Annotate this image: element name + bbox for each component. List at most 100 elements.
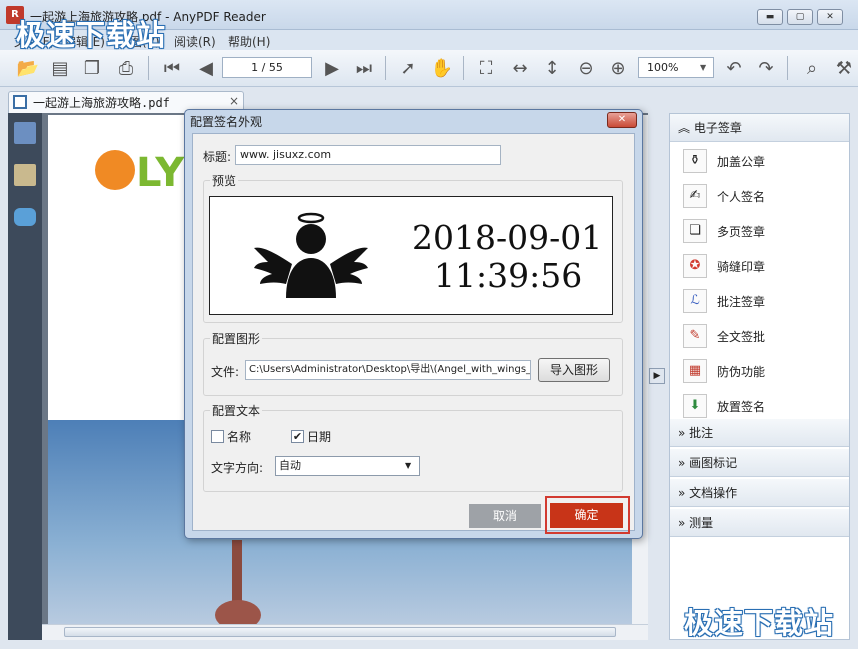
item-fulltext-sign[interactable]: ✎ 全文签批	[683, 321, 765, 351]
close-tab-icon[interactable]: ×	[229, 94, 239, 108]
document-icon	[13, 95, 27, 109]
watermark-bottom: 极速下载站	[684, 606, 835, 640]
file-label: 文件:	[211, 365, 240, 379]
next-page-icon[interactable]: ▶	[320, 56, 344, 80]
copy-icon[interactable]: ❐	[80, 56, 104, 80]
horizontal-scroll-thumb[interactable]	[64, 627, 616, 637]
section-label: 测量	[689, 516, 714, 530]
print-icon[interactable]: ⎙	[114, 56, 138, 80]
menu-read[interactable]: 阅读(R)	[174, 33, 216, 50]
ok-button[interactable]: 确定	[550, 503, 623, 528]
chevron-right-icon: »	[678, 426, 686, 440]
angel-icon	[254, 212, 368, 298]
title-label: 标题:	[203, 150, 232, 164]
item-multipage-seal[interactable]: ❏ 多页签章	[683, 216, 765, 246]
import-graphic-button[interactable]: 导入图形	[538, 358, 610, 382]
item-label: 批注签章	[717, 294, 766, 309]
chevron-right-icon: »	[678, 516, 686, 530]
collapse-panel-icon[interactable]: ▶	[649, 368, 665, 384]
signature-icon: ✍	[683, 184, 707, 208]
handwriting-icon: ℒ	[683, 289, 707, 313]
date-checkbox[interactable]: ✔	[291, 430, 304, 443]
dialog-title: 配置签名外观	[190, 115, 263, 129]
section-drawing[interactable]: » 画图标记	[670, 449, 849, 477]
zoom-in-icon[interactable]: ⊕	[606, 56, 630, 80]
item-official-seal[interactable]: ⚱ 加盖公章	[683, 146, 765, 176]
section-label: 电子签章	[693, 121, 742, 135]
section-measure[interactable]: » 测量	[670, 509, 849, 537]
chevron-right-icon: »	[678, 456, 686, 470]
section-label: 批注	[689, 426, 714, 440]
prev-page-icon[interactable]: ◀	[194, 56, 218, 80]
chevron-down-icon[interactable]: ▼	[700, 57, 713, 78]
multipage-icon: ❏	[683, 219, 707, 243]
item-personal-signature[interactable]: ✍ 个人签名	[683, 181, 765, 211]
pen-icon: ✎	[683, 324, 707, 348]
text-group-label: 配置文本	[210, 402, 263, 419]
binoculars-icon[interactable]: ⌕	[800, 56, 824, 80]
name-checkbox-label: 名称	[227, 430, 252, 444]
fit-height-icon[interactable]: ↕	[540, 56, 564, 80]
annotations-icon[interactable]	[14, 164, 36, 186]
item-annotation-seal[interactable]: ℒ 批注签章	[683, 286, 765, 316]
chevron-right-icon: »	[678, 486, 686, 500]
section-annotation[interactable]: » 批注	[670, 419, 849, 447]
section-e-signature[interactable]: ︽ 电子签章	[670, 114, 849, 142]
date-checkbox-label: 日期	[307, 430, 332, 444]
download-arrow-icon: ⬇	[683, 394, 707, 418]
item-place-signature[interactable]: ⬇ 放置签名	[683, 391, 765, 421]
qrcode-icon: ▦	[683, 359, 707, 383]
name-checkbox[interactable]	[211, 430, 224, 443]
dialog-close-button[interactable]: ✕	[607, 112, 637, 128]
document-logo: LY	[136, 150, 185, 196]
toolbar-separator	[787, 56, 788, 80]
watermark-top: 极速下载站	[16, 18, 167, 52]
file-path-input[interactable]: C:\Users\Administrator\Desktop\导出\(Angel…	[245, 360, 531, 380]
seal-icon: ✪	[683, 254, 707, 278]
minimize-button[interactable]: ▬	[757, 9, 783, 25]
graphic-group-label: 配置图形	[210, 330, 263, 347]
item-label: 全文签批	[717, 329, 766, 344]
hand-tool-icon[interactable]: ✋	[430, 56, 454, 80]
direction-label: 文字方向:	[211, 461, 264, 475]
section-document-ops[interactable]: » 文档操作	[670, 479, 849, 507]
first-page-icon[interactable]: ⏮	[160, 56, 184, 80]
item-label: 加盖公章	[717, 154, 766, 169]
stamp-icon: ⚱	[683, 149, 707, 173]
chevron-up-icon: ︽	[678, 121, 691, 135]
title-input[interactable]: www. jisuxz.com	[235, 145, 501, 165]
preview-time-text: 11:39:56	[434, 256, 583, 295]
rotate-left-icon[interactable]: ↶	[722, 56, 746, 80]
fit-page-icon[interactable]: ⛶	[474, 56, 498, 80]
fit-width-icon[interactable]: ↔	[508, 56, 532, 80]
close-window-button[interactable]: ✕	[817, 9, 843, 25]
preview-date-text: 2018-09-01	[412, 218, 603, 257]
preview-label: 预览	[210, 172, 239, 189]
bookmarks-icon[interactable]	[14, 122, 36, 144]
save-icon[interactable]: ▤	[48, 56, 72, 80]
last-page-icon[interactable]: ⏭	[352, 56, 376, 80]
menu-help[interactable]: 帮助(H)	[228, 33, 270, 50]
page-number-input[interactable]: 1 / 55	[222, 57, 312, 78]
item-label: 多页签章	[717, 224, 766, 239]
zoom-out-icon[interactable]: ⊖	[574, 56, 598, 80]
toolbar-separator	[463, 56, 464, 80]
rotate-right-icon[interactable]: ↷	[754, 56, 778, 80]
section-label: 文档操作	[689, 486, 738, 500]
item-label: 防伪功能	[717, 364, 766, 379]
toolbar-separator	[148, 56, 149, 80]
toolbar-separator	[385, 56, 386, 80]
cancel-button[interactable]: 取消	[469, 504, 541, 528]
tools-icon[interactable]: ⚒	[832, 56, 856, 80]
chevron-down-icon[interactable]: ▼	[405, 457, 411, 475]
select-cursor-icon[interactable]: ➚	[396, 56, 420, 80]
item-label: 个人签名	[717, 189, 766, 204]
item-anti-counterfeit[interactable]: ▦ 防伪功能	[683, 356, 765, 386]
item-seam-seal[interactable]: ✪ 骑缝印章	[683, 251, 765, 281]
maximize-button[interactable]: ▢	[787, 9, 813, 25]
comments-icon[interactable]	[14, 208, 36, 226]
left-sidebar	[8, 113, 42, 640]
text-direction-select[interactable]: 自动	[275, 456, 420, 476]
item-label: 放置签名	[717, 399, 766, 414]
open-folder-icon[interactable]: 📂	[16, 56, 40, 80]
